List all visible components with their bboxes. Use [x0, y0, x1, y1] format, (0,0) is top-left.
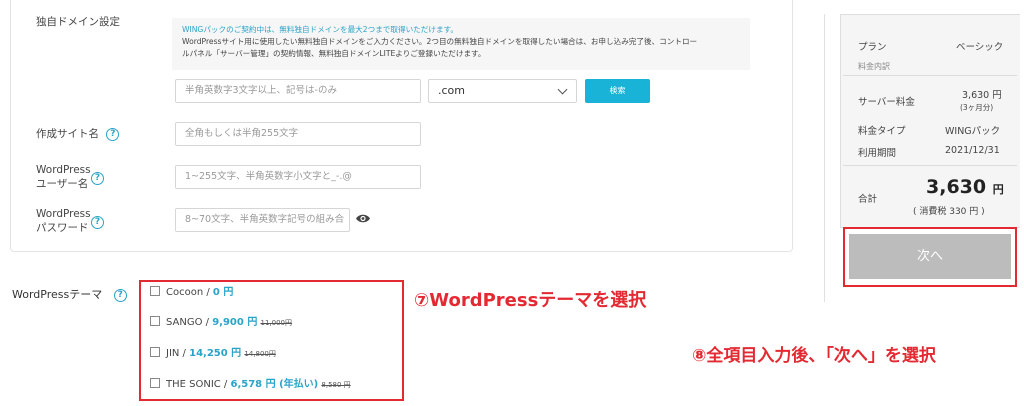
- theme-price: 0 円: [212, 287, 234, 298]
- wp-password-label: WordPress パスワード: [36, 207, 91, 235]
- server-fee-note: (3ヶ月分): [960, 103, 994, 112]
- domain-search-button[interactable]: 検索: [585, 79, 650, 103]
- theme-name: Cocoon /: [166, 287, 213, 298]
- theme-checkbox[interactable]: [150, 378, 160, 388]
- theme-price: 9,900 円: [212, 317, 258, 328]
- help-icon[interactable]: ?: [106, 127, 120, 141]
- domain-info-line1: WINGパックのご契約中は、無料独自ドメインを最大2つまで取得いただけます。: [182, 25, 458, 34]
- theme-price: 14,250 円: [189, 348, 242, 359]
- site-name-input[interactable]: 全角もしくは半角255文字: [175, 122, 421, 146]
- site-name-label: 作成サイト名 ?: [36, 127, 120, 141]
- theme-price: 6,578 円 (年払い): [230, 379, 319, 390]
- period-value: 2021/12/31: [945, 145, 1000, 156]
- wp-user-input[interactable]: 1~255文字、半角英数字小文字と_-.@: [175, 165, 421, 189]
- theme-label-text: WordPressテーマ: [12, 288, 103, 301]
- theme-name: THE SONIC /: [166, 379, 231, 390]
- domain-input[interactable]: 半角英数字3文字以上、記号は-のみ: [175, 79, 421, 103]
- domain-info-line3: ルパネル「サーバー管理」の契約情報、無料独自ドメインLITEよりご登録いただけま…: [182, 49, 486, 58]
- theme-option-cocoon[interactable]: Cocoon / 0 円: [150, 286, 233, 300]
- server-fee-label: サーバー料金: [858, 97, 915, 108]
- theme-old-price: 11,000円: [260, 319, 293, 327]
- theme-name: JIN /: [166, 348, 190, 359]
- theme-option-sango[interactable]: SANGO / 9,900 円 11,000円: [150, 316, 292, 330]
- annotation-step8: ⑧全項目入力後、「次へ」を選択: [692, 346, 936, 366]
- total-amount: 3,630 円: [926, 176, 1004, 198]
- fee-type-label: 料金タイプ: [858, 126, 906, 137]
- wp-password-label-line2: パスワード: [36, 222, 89, 234]
- domain-info-box: WINGパックのご契約中は、無料独自ドメインを最大2つまで取得いただけます。 W…: [172, 18, 750, 70]
- eye-icon[interactable]: [355, 213, 371, 224]
- theme-checkbox[interactable]: [150, 347, 160, 357]
- theme-option-jin[interactable]: JIN / 14,250 円 14,800円: [150, 347, 276, 361]
- total-amount-unit: 円: [992, 183, 1004, 196]
- help-icon[interactable]: ?: [91, 216, 104, 229]
- annotation-step7: ⑦WordPressテーマを選択: [414, 290, 647, 311]
- plan-label: プラン: [858, 42, 887, 53]
- help-icon[interactable]: ?: [113, 288, 127, 302]
- theme-old-price: 14,800円: [244, 350, 276, 358]
- server-fee-value: 3,630 円: [962, 90, 1002, 101]
- wp-password-label-line1: WordPress: [36, 208, 91, 220]
- wp-user-label-line1: WordPress: [36, 164, 91, 176]
- theme-option-the-sonic[interactable]: THE SONIC / 6,578 円 (年払い) 8,580 円: [150, 378, 351, 392]
- domain-info-line2: WordPressサイト用に使用したい無料独自ドメインをご入力ください。2つ目の…: [182, 37, 698, 46]
- site-name-label-text: 作成サイト名: [36, 128, 99, 140]
- help-icon[interactable]: ?: [91, 172, 104, 185]
- breakdown-label: 料金内訳: [858, 62, 890, 71]
- tld-select-value: .com: [438, 84, 465, 97]
- tax-note: ( 消費税 330 円 ): [913, 207, 985, 217]
- fee-type-value: WINGパック: [945, 126, 1001, 137]
- next-button[interactable]: 次へ: [849, 234, 1011, 279]
- wp-password-input[interactable]: 8~70文字、半角英数字記号の組み合: [175, 208, 350, 232]
- theme-name: SANGO /: [166, 317, 213, 328]
- plan-value: ベーシック: [956, 42, 1004, 53]
- domain-label: 独自ドメイン設定: [36, 16, 120, 28]
- total-label: 合計: [858, 194, 878, 205]
- wp-user-label: WordPress ユーザー名: [36, 163, 91, 191]
- chevron-down-icon: [557, 84, 568, 95]
- tld-select[interactable]: .com: [428, 79, 577, 103]
- period-label: 利用期間: [858, 148, 897, 159]
- wp-user-label-line2: ユーザー名: [36, 178, 89, 190]
- theme-label: WordPressテーマ ?: [12, 288, 127, 302]
- theme-checkbox[interactable]: [150, 286, 160, 296]
- summary-separator: [843, 165, 1017, 166]
- theme-old-price: 8,580 円: [321, 381, 351, 389]
- summary-divider: [824, 14, 825, 302]
- summary-separator: [843, 75, 1017, 76]
- theme-checkbox[interactable]: [150, 316, 160, 326]
- total-amount-value: 3,630: [926, 176, 987, 198]
